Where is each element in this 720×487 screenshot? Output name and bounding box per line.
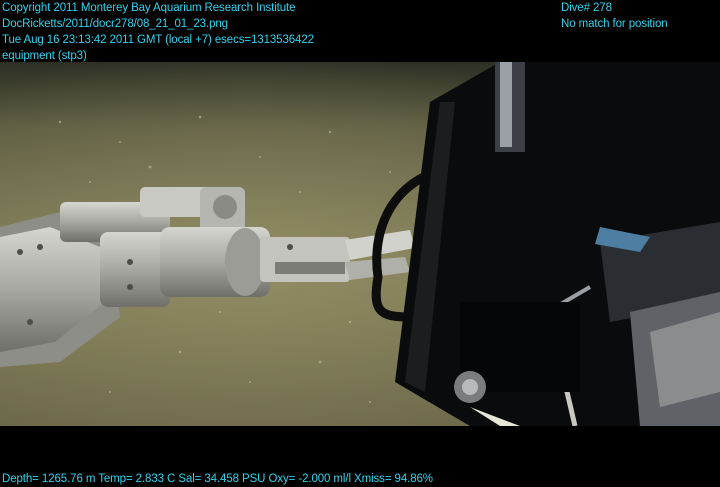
telemetry-text: Depth= 1265.76 m Temp= 2.833 C Sal= 34.4… xyxy=(2,473,433,485)
position-status-line: No match for position xyxy=(561,18,668,30)
timestamp-line: Tue Aug 16 23:13:42 2011 GMT (local +7) … xyxy=(2,34,314,46)
dive-number-line: Dive# 278 xyxy=(561,2,612,14)
filename-line: DocRicketts/2011/docr278/08_21_01_23.png xyxy=(2,18,228,30)
header-right-text: Dive# 278 No match for position xyxy=(561,0,668,32)
header-left-text: Copyright 2011 Monterey Bay Aquarium Res… xyxy=(2,0,314,64)
underwater-photo xyxy=(0,62,720,426)
dark-equipment-frame xyxy=(395,62,720,426)
copyright-line: Copyright 2011 Monterey Bay Aquarium Res… xyxy=(2,2,296,14)
